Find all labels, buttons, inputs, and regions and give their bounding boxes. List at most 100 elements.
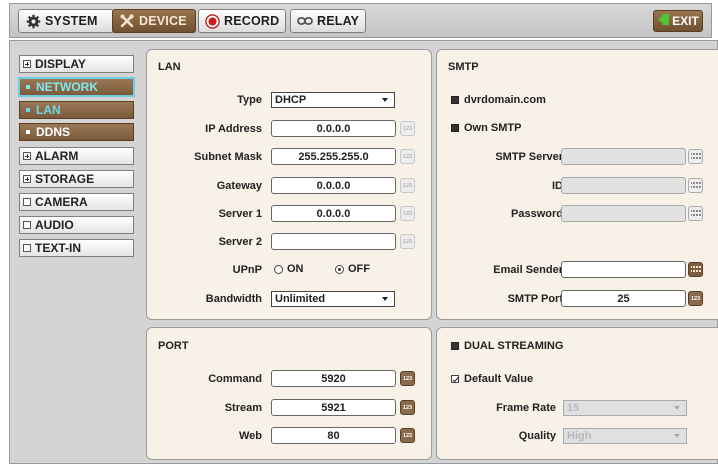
menu-text-in[interactable]: TEXT-IN [19,239,134,257]
menu-display[interactable]: DISPLAY [19,55,134,73]
tab-device-label: DEVICE [139,14,187,28]
smtp-server-label: SMTP Server [495,151,563,163]
chevron-down-icon [674,434,680,438]
numpad-icon[interactable]: 123 [400,234,415,249]
menu-lan[interactable]: LAN [19,101,134,119]
menu-network[interactable]: NETWORK [18,77,135,97]
menu-network-label: NETWORK [36,80,98,94]
lan-title: LAN [158,61,181,73]
checkbox-icon [451,124,459,132]
radio-selected-icon [335,264,344,274]
menu-text-in-label: TEXT-IN [35,241,82,255]
server2-field[interactable] [271,233,396,250]
stream-port-field[interactable]: 5921 [271,399,396,416]
bandwidth-value: Unlimited [275,293,326,305]
type-select[interactable]: DHCP [271,92,395,108]
tab-device[interactable]: DEVICE [112,9,196,33]
relay-icon [297,13,313,29]
chevron-down-icon [674,406,680,410]
quality-value: High [567,430,592,442]
bandwidth-select[interactable]: Unlimited [271,291,395,307]
numpad-icon[interactable]: 123 [400,371,415,386]
menu-ddns[interactable]: DDNS [19,123,134,141]
bullet-icon [26,85,30,89]
dual-streaming-title: DUAL STREAMING [464,340,564,352]
password-field[interactable] [561,205,686,222]
gateway-label: Gateway [216,180,262,192]
numpad-icon[interactable]: 123 [400,206,415,221]
upnp-on-radio[interactable]: ON [274,263,304,275]
lan-panel: LAN Type DHCP IP Address 0.0.0.0 123 Sub… [146,49,432,320]
email-sender-field[interactable] [561,261,686,278]
exit-label: EXIT [672,14,699,28]
menu-camera[interactable]: CAMERA [19,193,134,211]
upnp-on-label: ON [287,263,304,275]
command-label: Command [208,373,262,385]
own-smtp-label: Own SMTP [464,122,522,134]
tab-record[interactable]: RECORD [198,9,286,33]
smtp-port-label: SMTP Port [507,293,563,305]
upnp-off-radio[interactable]: OFF [335,263,370,275]
web-port-field[interactable]: 80 [271,427,396,444]
type-value: DHCP [275,94,307,106]
leaf-icon [23,221,31,229]
smtp-own-option[interactable]: Own SMTP [451,122,521,134]
tab-relay[interactable]: RELAY [290,9,366,33]
port-title: PORT [158,340,189,352]
keyboard-icon[interactable] [688,149,703,164]
dvrdomain-label: dvrdomain.com [464,94,546,106]
upnp-off-label: OFF [348,263,370,275]
expand-icon [23,60,31,68]
numpad-icon[interactable]: 123 [400,178,415,193]
chevron-down-icon [382,297,388,301]
numpad-icon[interactable]: 123 [688,291,703,306]
keyboard-icon[interactable] [688,262,703,277]
menu-display-label: DISPLAY [35,57,86,71]
command-port-field[interactable]: 5920 [271,370,396,387]
numpad-icon[interactable]: 123 [400,400,415,415]
subnet-mask-field[interactable]: 255.255.255.0 [271,148,396,165]
keyboard-icon[interactable] [688,206,703,221]
server1-field[interactable]: 0.0.0.0 [271,205,396,222]
tab-system[interactable]: SYSTEM [18,9,114,33]
menu-lan-label: LAN [36,103,61,117]
default-value-label: Default Value [464,373,534,385]
gateway-field[interactable]: 0.0.0.0 [271,177,396,194]
frame-rate-select[interactable]: 15 [563,400,687,416]
bullet-icon [26,108,30,112]
server1-label: Server 1 [218,208,262,220]
smtp-port-field[interactable]: 25 [561,290,686,307]
checkmark-icon [451,375,459,383]
checkbox-icon [451,96,459,104]
ip-address-field[interactable]: 0.0.0.0 [271,120,396,137]
dual-streaming-toggle[interactable]: DUAL STREAMING [451,340,563,352]
numpad-icon[interactable]: 123 [400,121,415,136]
web-label: Web [238,430,262,442]
leaf-icon [23,198,31,206]
id-field[interactable] [561,177,686,194]
bullet-icon [26,130,30,134]
smtp-server-field[interactable] [561,148,686,165]
smtp-dvrdomain-option[interactable]: dvrdomain.com [451,94,546,106]
quality-select[interactable]: High [563,428,687,444]
numpad-icon[interactable]: 123 [400,428,415,443]
expand-icon [23,152,31,160]
menu-alarm[interactable]: ALARM [19,147,134,165]
menu-audio[interactable]: AUDIO [19,216,134,234]
numpad-icon[interactable]: 123 [400,149,415,164]
frame-rate-value: 15 [567,402,580,414]
checkbox-icon [451,342,459,350]
leaf-icon [23,244,31,252]
default-value-checkbox[interactable]: Default Value [451,373,533,385]
menu-storage[interactable]: STORAGE [19,170,134,188]
tab-relay-label: RELAY [317,14,360,28]
expand-icon [23,175,31,183]
exit-button[interactable]: EXIT [653,10,703,32]
tools-icon [119,13,135,29]
type-label: Type [237,94,262,106]
smtp-title: SMTP [448,61,479,73]
radio-icon [274,264,283,274]
menu-alarm-label: ALARM [35,149,79,163]
keyboard-icon[interactable] [688,178,703,193]
password-label: Password [511,208,563,220]
